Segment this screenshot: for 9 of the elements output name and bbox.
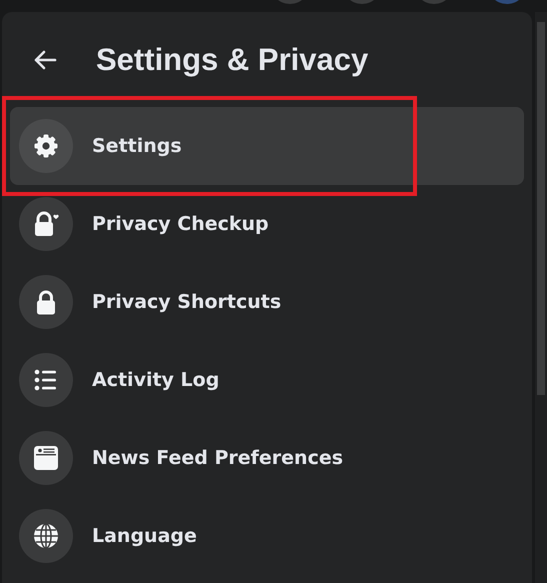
menu-item[interactable]: Settings [10,107,524,185]
menu-title: Settings & Privacy [96,42,368,78]
menu-item[interactable]: News Feed Preferences [10,419,524,497]
menu-item[interactable]: Language [10,497,524,575]
menu-item[interactable]: Privacy Shortcuts [10,263,524,341]
menu-item[interactable]: Privacy Checkup [10,185,524,263]
menu-item[interactable]: Activity Log [10,341,524,419]
back-arrow-icon [33,50,57,70]
scrollbar[interactable] [535,12,547,583]
